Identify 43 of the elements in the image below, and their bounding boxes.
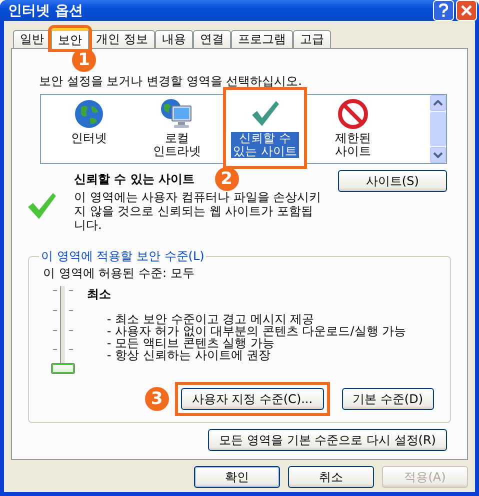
dialog-button[interactable]: 취소 <box>288 466 374 488</box>
zone-label: 신뢰할 수 있는 사이트 <box>231 132 299 158</box>
prohibited-icon <box>337 98 369 130</box>
level-description: - 항상 신뢰하는 사이트에 권장 <box>107 349 271 361</box>
level-description: - 사용자 허가 없이 대부분의 콘텐츠 다운로드/실행 가능 <box>107 325 406 337</box>
level-description: - 최소 보안 수준이고 경고 메시지 제공 <box>107 313 316 325</box>
custom-level-button[interactable]: 사용자 지정 수준(C)... <box>180 388 324 410</box>
reset-all-button[interactable]: 모든 영역을 기본 수준으로 다시 설정(R) <box>208 429 447 451</box>
tab[interactable]: 연결 <box>192 30 231 48</box>
default-level-button[interactable]: 기본 수준(D) <box>342 388 434 410</box>
allowed-level-text: 이 영역에 허용된 수준: 모두 <box>42 265 196 282</box>
tab[interactable]: 일반 <box>13 30 51 48</box>
level-description: - 모든 액티브 콘텐츠 실행 가능 <box>107 337 274 349</box>
tab[interactable]: 개인 정보 <box>89 30 155 48</box>
dialog-button[interactable]: 확인 <box>194 466 280 488</box>
scrollbar[interactable] <box>430 95 446 163</box>
zone-item[interactable]: 제한된 사이트 <box>311 95 395 163</box>
slider-thumb[interactable] <box>51 363 75 374</box>
help-icon[interactable] <box>433 0 454 21</box>
zone-title: 신뢰할 수 있는 사이트 <box>74 170 195 188</box>
callout-number: 3 <box>144 387 169 411</box>
globe-monitor-icon <box>160 98 194 130</box>
instruction-text: 보안 설정을 보거나 변경할 영역을 선택하십시오. <box>38 73 303 90</box>
zone-item[interactable]: 로컬 인트라넷 <box>135 95 219 163</box>
scroll-down-icon[interactable] <box>433 152 443 158</box>
level-name: 최소 <box>87 286 112 303</box>
tab[interactable]: 내용 <box>154 30 193 48</box>
zone-description: 이 영역에는 사용자 컴퓨터나 파일을 손상시키지 않을 것으로 신뢰되는 웹 사이트가 포함됩니다. <box>74 190 322 232</box>
callout-number: 2 <box>214 167 239 191</box>
zone-item[interactable]: 신뢰할 수 있는 사이트 <box>223 87 307 169</box>
tab[interactable]: 고급 <box>292 30 331 48</box>
tab[interactable]: 보안 <box>51 28 89 49</box>
window-title: 인터넷 옵션 <box>7 2 83 20</box>
close-icon[interactable] <box>456 0 477 21</box>
zone-label: 인터넷 <box>70 132 108 145</box>
tab[interactable]: 프로그램 <box>230 30 293 48</box>
zone-label: 로컬 인트라넷 <box>152 132 202 158</box>
group-title: 이 영역에 적용할 보안 수준(L) <box>40 248 206 265</box>
sites-button[interactable]: 사이트(S) <box>338 170 447 192</box>
globe-icon <box>73 98 105 130</box>
scroll-up-icon[interactable] <box>433 100 443 106</box>
zone-item[interactable]: 인터넷 <box>47 95 131 163</box>
zone-label: 제한된 사이트 <box>334 132 372 158</box>
